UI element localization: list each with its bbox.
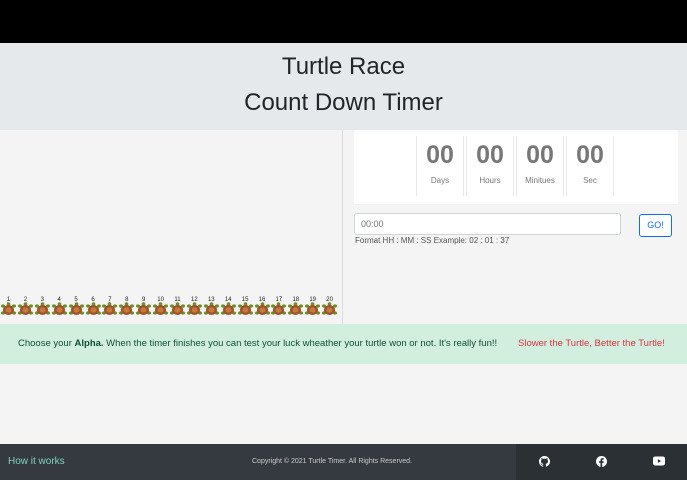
time-input[interactable]	[354, 213, 621, 235]
turtle-icon	[136, 302, 152, 315]
hours-unit: 00 Hours	[466, 136, 514, 196]
turtle-18[interactable]: 18	[287, 297, 304, 319]
turtle-7[interactable]: 7	[101, 297, 118, 319]
page-header: Turtle Race Count Down Timer	[0, 43, 687, 130]
turtle-icon	[119, 302, 135, 315]
race-track: 1 2 3 4 5 6 7 8 9 10 11 12 13 14 15 16 17 18 19 20	[0, 130, 343, 324]
turtle-19[interactable]: 19	[304, 297, 321, 319]
seconds-value: 00	[576, 141, 604, 169]
hours-value: 00	[476, 141, 504, 169]
hours-label: Hours	[479, 176, 501, 185]
github-icon	[539, 456, 550, 467]
turtle-20[interactable]: 20	[321, 297, 338, 319]
banner-bold-word: Alpha.	[74, 338, 104, 349]
turtle-icon	[254, 302, 270, 315]
turtle-12[interactable]: 12	[186, 297, 203, 319]
seconds-label: Sec	[583, 176, 597, 185]
github-link[interactable]	[516, 444, 573, 480]
turtle-icon	[68, 302, 84, 315]
turtle-icon	[17, 302, 33, 315]
turtle-1[interactable]: 1	[0, 297, 17, 319]
turtle-10[interactable]: 10	[152, 297, 169, 319]
youtube-icon	[653, 456, 665, 466]
turtle-icon	[1, 302, 16, 315]
turtle-icon	[153, 302, 169, 315]
youtube-link[interactable]	[630, 444, 687, 480]
days-label: Days	[430, 176, 450, 185]
minutes-value: 00	[526, 141, 554, 169]
turtle-5[interactable]: 5	[68, 297, 85, 319]
turtle-icon	[271, 302, 287, 315]
days-unit: 00 Days	[416, 136, 464, 196]
turtle-icon	[85, 302, 101, 315]
info-banner: Choose your Alpha. When the timer finish…	[0, 324, 687, 364]
banner-text: Choose your Alpha. When the timer finish…	[18, 338, 498, 349]
turtle-icon	[237, 302, 253, 315]
page-title: Turtle Race	[281, 53, 406, 80]
browser-top-bar	[0, 0, 687, 43]
turtle-17[interactable]: 17	[270, 297, 287, 319]
go-button[interactable]: GO!	[639, 214, 672, 237]
turtle-3[interactable]: 3	[34, 297, 51, 319]
days-value: 00	[426, 141, 454, 169]
page-subtitle: Count Down Timer	[244, 89, 443, 116]
footer: How it works Copyright © 2021 Turtle Tim…	[0, 444, 687, 480]
facebook-icon	[596, 456, 607, 467]
turtle-13[interactable]: 13	[203, 297, 220, 319]
turtle-icon	[203, 302, 219, 315]
turtle-2[interactable]: 2	[17, 297, 34, 319]
facebook-link[interactable]	[573, 444, 630, 480]
turtle-9[interactable]: 9	[135, 297, 152, 319]
timer-panel: 00 Days 00 Hours 00 Minitues 00 Sec GO! …	[344, 130, 687, 324]
turtle-icon	[220, 302, 236, 315]
turtle-14[interactable]: 14	[220, 297, 237, 319]
turtle-icon	[288, 302, 304, 315]
minutes-unit: 00 Minitues	[516, 136, 564, 196]
turtle-4[interactable]: 4	[51, 297, 68, 319]
minutes-label: Minitues	[525, 176, 555, 185]
turtle-15[interactable]: 15	[237, 297, 254, 319]
how-it-works-link[interactable]: How it works	[8, 444, 65, 480]
turtle-11[interactable]: 11	[169, 297, 186, 319]
turtle-16[interactable]: 16	[254, 297, 271, 319]
turtle-row: 1 2 3 4 5 6 7 8 9 10 11 12 13 14 15 16 17 18 19 20	[0, 297, 343, 321]
turtle-8[interactable]: 8	[118, 297, 135, 319]
turtle-icon	[34, 302, 50, 315]
copyright-text: Copyright © 2021 Turtle Timer. All Right…	[252, 458, 413, 465]
countdown-display: 00 Days 00 Hours 00 Minitues 00 Sec	[354, 130, 678, 204]
turtle-icon	[322, 302, 338, 315]
turtle-icon	[51, 302, 67, 315]
seconds-unit: 00 Sec	[566, 136, 614, 196]
format-hint: Format HH : MM : SS Example: 02 : 01 : 3…	[355, 236, 510, 245]
turtle-icon	[186, 302, 202, 315]
turtle-6[interactable]: 6	[85, 297, 102, 319]
turtle-icon	[102, 302, 118, 315]
turtle-icon	[305, 302, 321, 315]
banner-highlight: Slower the Turtle, Better the Turtle!	[518, 338, 665, 349]
turtle-icon	[170, 302, 185, 315]
